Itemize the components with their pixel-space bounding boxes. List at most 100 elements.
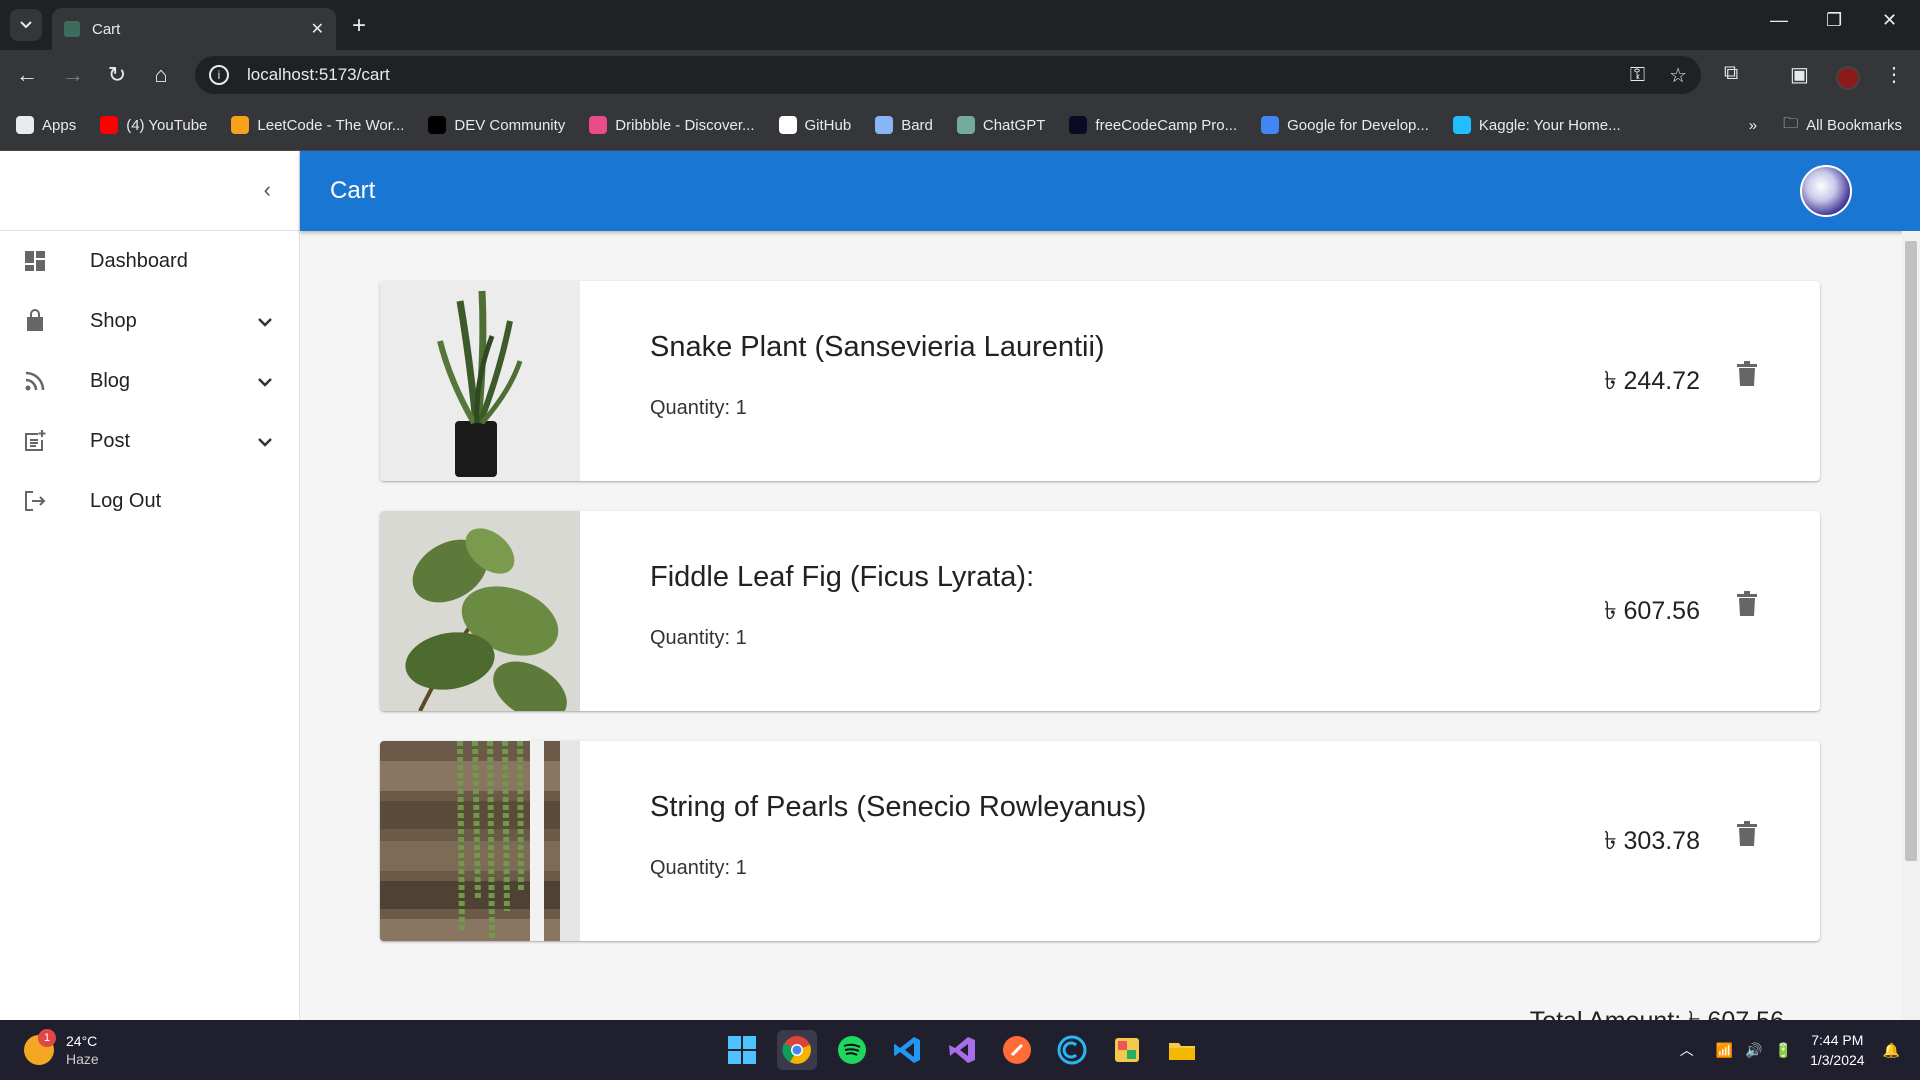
scrollbar-thumb[interactable] bbox=[1905, 241, 1917, 861]
sidebar: ‹ Dashboard Shop Blog Post Log Out bbox=[0, 151, 300, 1020]
product-name: Snake Plant (Sansevieria Laurentii) bbox=[650, 331, 1105, 363]
chrome-taskbar-icon[interactable] bbox=[777, 1030, 817, 1070]
bookmark-item[interactable]: GitHub bbox=[778, 116, 852, 134]
dribbble-icon bbox=[589, 116, 608, 134]
reload-icon[interactable]: ↻ bbox=[104, 62, 130, 88]
bookmark-item[interactable]: Bard bbox=[875, 116, 933, 134]
taskbar-apps bbox=[722, 1030, 1217, 1070]
bookmark-item[interactable]: freeCodeCamp Pro... bbox=[1069, 116, 1237, 134]
apps-grid-icon bbox=[16, 116, 34, 134]
spotify-icon[interactable] bbox=[832, 1030, 872, 1070]
back-icon[interactable]: ← bbox=[14, 62, 40, 88]
browser-chrome: Cart ✕ + — ❐ ✕ ← → ↻ ⌂ i localhost:5173/… bbox=[0, 0, 1920, 151]
product-name: Fiddle Leaf Fig (Ficus Lyrata): bbox=[650, 561, 1035, 593]
new-tab-button[interactable]: + bbox=[352, 12, 366, 40]
key-icon[interactable]: ⚿ bbox=[1630, 64, 1645, 87]
close-window-icon[interactable]: ✕ bbox=[1882, 10, 1897, 31]
weather-widget[interactable]: 1 24°C Haze bbox=[24, 1029, 99, 1068]
bookmark-item[interactable]: Apps bbox=[16, 116, 76, 134]
tab-search-button[interactable] bbox=[10, 9, 42, 41]
product-quantity: Quantity: 1 bbox=[650, 627, 747, 649]
sidebar-item-dashboard[interactable]: Dashboard bbox=[0, 231, 299, 291]
sidebar-item-blog[interactable]: Blog bbox=[0, 351, 299, 411]
bookmark-label: Kaggle: Your Home... bbox=[1478, 116, 1621, 134]
user-avatar[interactable] bbox=[1800, 165, 1852, 217]
forward-icon[interactable]: → bbox=[60, 62, 86, 88]
browser-tab[interactable]: Cart ✕ bbox=[52, 8, 336, 50]
bard-icon bbox=[875, 116, 894, 134]
bookmark-item[interactable]: Kaggle: Your Home... bbox=[1452, 116, 1621, 134]
paint-app-icon[interactable] bbox=[1107, 1030, 1147, 1070]
all-bookmarks-link[interactable]: All Bookmarks bbox=[1806, 117, 1902, 134]
weather-badge: 1 bbox=[38, 1029, 56, 1047]
bookmark-item[interactable]: LeetCode - The Wor... bbox=[231, 116, 404, 134]
bookmark-item[interactable]: ChatGPT bbox=[956, 116, 1045, 134]
chevron-down-icon[interactable] bbox=[257, 431, 273, 452]
bookmark-item[interactable]: Dribbble - Discover... bbox=[589, 116, 755, 134]
close-tab-icon[interactable]: ✕ bbox=[311, 19, 324, 39]
sidebar-header: ‹ bbox=[0, 151, 299, 231]
product-quantity: Quantity: 1 bbox=[650, 857, 747, 879]
battery-icon[interactable]: 🔋 bbox=[1775, 1042, 1792, 1059]
clock-date: 1/3/2024 bbox=[1810, 1052, 1865, 1068]
total-amount: Total Amount: ৳ 607.56 bbox=[1530, 1001, 1784, 1020]
taskbar: 1 24°C Haze ︿ 📶 🔊 🔋 7:44 PM 1/3/2024 🔔 bbox=[0, 1020, 1920, 1080]
postman-icon[interactable] bbox=[997, 1030, 1037, 1070]
bookmark-label: LeetCode - The Wor... bbox=[257, 116, 405, 134]
show-hidden-icons-icon[interactable]: ︿ bbox=[1680, 1040, 1694, 1060]
tab-title: Cart bbox=[92, 20, 121, 38]
product-name: String of Pearls (Senecio Rowleyanus) bbox=[650, 791, 1147, 823]
bookmark-item[interactable]: Google for Develop... bbox=[1261, 116, 1429, 134]
system-tray: ︿ 📶 🔊 🔋 7:44 PM 1/3/2024 🔔 bbox=[1680, 1030, 1900, 1070]
address-bar[interactable]: i localhost:5173/cart ⚿ ☆ bbox=[195, 56, 1701, 94]
cart-content: Snake Plant (Sansevieria Laurentii) Quant… bbox=[300, 231, 1902, 1020]
chatgpt-icon bbox=[956, 116, 975, 134]
more-bookmarks-icon[interactable]: » bbox=[1749, 117, 1757, 134]
bookmark-item[interactable]: (4) YouTube bbox=[100, 116, 207, 134]
extensions-icon[interactable]: ⧉ bbox=[1724, 62, 1738, 85]
freecodecamp-icon bbox=[1069, 116, 1088, 134]
github-icon bbox=[778, 116, 797, 134]
sidebar-item-post[interactable]: Post bbox=[0, 411, 299, 471]
site-info-icon[interactable]: i bbox=[209, 65, 229, 85]
collapse-sidebar-icon[interactable]: ‹ bbox=[264, 177, 271, 203]
rss-icon bbox=[22, 368, 48, 394]
bookmark-label: Google for Develop... bbox=[1287, 116, 1429, 134]
clock[interactable]: 7:44 PM 1/3/2024 bbox=[1810, 1030, 1865, 1070]
menu-icon[interactable]: ⋮ bbox=[1884, 62, 1904, 87]
delete-icon[interactable] bbox=[1736, 361, 1760, 389]
weather-sun-icon: 1 bbox=[24, 1029, 56, 1065]
side-panel-icon[interactable]: ▣ bbox=[1790, 62, 1809, 87]
cart-item: Fiddle Leaf Fig (Ficus Lyrata): Quantity:… bbox=[380, 511, 1820, 711]
kaggle-icon bbox=[1452, 116, 1471, 134]
wifi-icon[interactable]: 📶 bbox=[1716, 1042, 1733, 1059]
sidebar-item-label: Shop bbox=[90, 309, 137, 332]
bookmark-label: GitHub bbox=[804, 116, 852, 134]
bookmarks-bar: Apps (4) YouTube LeetCode - The Wor... DEV … bbox=[0, 100, 1920, 151]
delete-icon[interactable] bbox=[1736, 591, 1760, 619]
bookmark-item[interactable]: DEV Community bbox=[428, 116, 565, 134]
home-icon[interactable]: ⌂ bbox=[148, 62, 174, 88]
tab-favicon-icon bbox=[64, 21, 80, 37]
file-explorer-icon[interactable] bbox=[1162, 1030, 1202, 1070]
notification-bell-icon[interactable]: 🔔 bbox=[1883, 1042, 1900, 1059]
dashboard-icon bbox=[22, 248, 48, 274]
url-text[interactable]: localhost:5173/cart bbox=[247, 65, 1606, 85]
chevron-down-icon[interactable] bbox=[257, 311, 273, 332]
visual-studio-icon[interactable] bbox=[942, 1030, 982, 1070]
bookmark-label: freeCodeCamp Pro... bbox=[1095, 116, 1238, 134]
bookmark-label: Bard bbox=[901, 116, 933, 134]
restore-window-icon[interactable]: ❐ bbox=[1826, 10, 1842, 31]
star-icon[interactable]: ☆ bbox=[1669, 63, 1687, 88]
vscode-icon[interactable] bbox=[887, 1030, 927, 1070]
chevron-down-icon[interactable] bbox=[257, 371, 273, 392]
sidebar-item-log-out[interactable]: Log Out bbox=[0, 471, 299, 531]
cursor-app-icon[interactable] bbox=[1052, 1030, 1092, 1070]
minimize-window-icon[interactable]: — bbox=[1770, 10, 1788, 31]
sidebar-item-shop[interactable]: Shop bbox=[0, 291, 299, 351]
windows-start-icon[interactable] bbox=[722, 1030, 762, 1070]
logout-icon bbox=[22, 488, 48, 514]
profile-avatar[interactable] bbox=[1836, 66, 1860, 90]
volume-icon[interactable]: 🔊 bbox=[1745, 1042, 1762, 1059]
delete-icon[interactable] bbox=[1736, 821, 1760, 849]
